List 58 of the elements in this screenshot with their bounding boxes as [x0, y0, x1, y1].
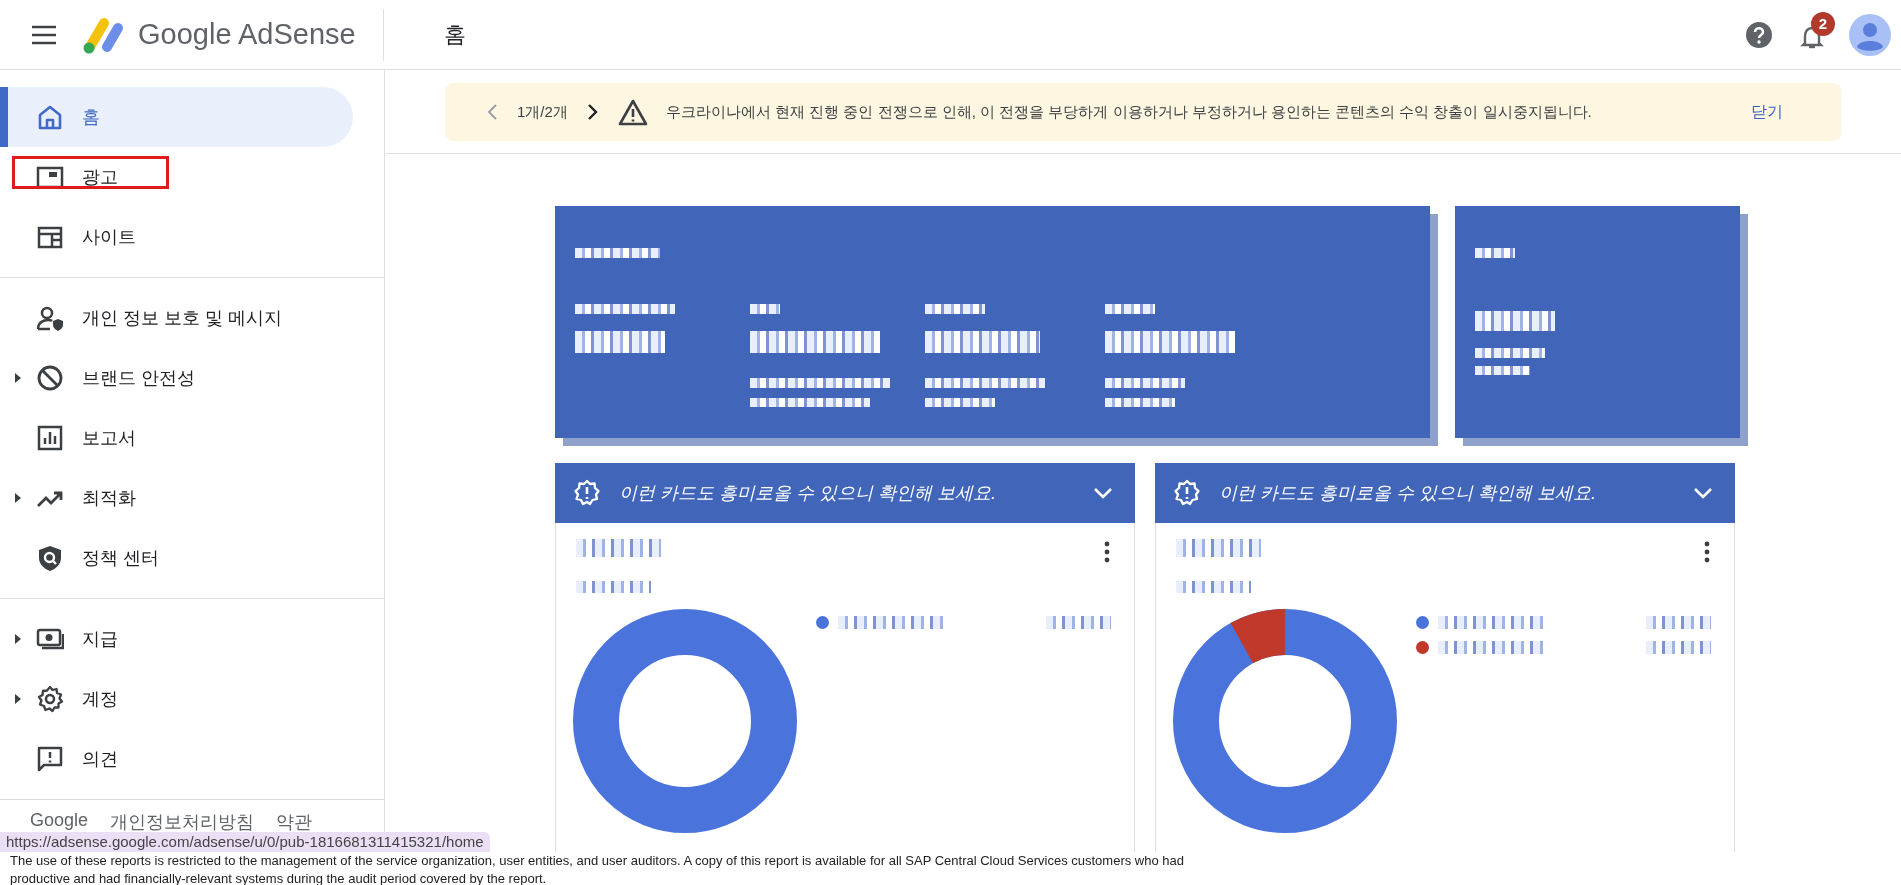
- sidebar-item[interactable]: 보고서: [0, 408, 353, 468]
- redacted-text: [1475, 348, 1545, 358]
- overlay-text: productive and had financially-relevant systems during the audit period covered by the report.: [10, 870, 548, 885]
- sidebar-item[interactable]: 브랜드 안전성: [0, 348, 353, 408]
- shield-search-icon: [36, 544, 64, 572]
- redacted-text: [1046, 616, 1111, 629]
- avatar-icon[interactable]: [1849, 13, 1891, 56]
- chevron-down-icon[interactable]: [1693, 487, 1713, 499]
- block-icon: [36, 364, 64, 392]
- footer-link[interactable]: 약관: [276, 810, 313, 834]
- person-shield-icon: [36, 304, 64, 332]
- chevron-down-icon[interactable]: [1093, 487, 1113, 499]
- app-name: Google AdSense: [138, 18, 356, 51]
- chevron-right-icon[interactable]: [585, 103, 600, 121]
- bar-chart-icon: [36, 424, 64, 452]
- sidebar-item[interactable]: 정책 센터: [0, 528, 353, 588]
- warning-icon: [617, 98, 648, 126]
- redacted-text: [1105, 398, 1175, 407]
- notification-badge: 2: [1811, 11, 1835, 36]
- sidebar-item[interactable]: 개인 정보 보호 및 메시지: [0, 288, 353, 348]
- redacted-text: [1475, 366, 1530, 375]
- sidebar-item[interactable]: 계정: [0, 669, 353, 729]
- more-icon[interactable]: [1704, 541, 1710, 563]
- card-header-text: 이런 카드도 흥미로울 수 있으니 확인해 보세요.: [619, 482, 996, 505]
- close-button[interactable]: 닫기: [1745, 100, 1789, 124]
- redacted-text: [1105, 304, 1155, 314]
- alert-badge-icon: [1173, 479, 1201, 507]
- sidebar-item[interactable]: 광고: [0, 147, 353, 207]
- sidebar-item[interactable]: 사이트: [0, 207, 353, 267]
- redacted-text: [750, 304, 780, 314]
- redacted-text: [925, 304, 985, 314]
- overlay-text: The use of these reports is restricted to the management of the service organization, user entities, and user auditors. A copy of this report is available for all SAP Central Cloud Services customers who had: [10, 852, 1185, 870]
- help-icon[interactable]: [1745, 20, 1773, 49]
- settings-icon: [36, 685, 64, 713]
- footer-link[interactable]: Google: [30, 810, 89, 834]
- pager-text: 1개/2개: [517, 102, 568, 122]
- expand-caret-icon[interactable]: [14, 373, 22, 383]
- page-title: 홈: [443, 20, 466, 49]
- sidebar-item[interactable]: 의견: [0, 729, 353, 789]
- more-icon[interactable]: [1104, 541, 1110, 563]
- sidebar-item[interactable]: 지급: [0, 609, 353, 669]
- expand-caret-icon[interactable]: [14, 493, 22, 503]
- footer-link[interactable]: 개인정보처리방침: [110, 810, 255, 834]
- expand-caret-icon[interactable]: [14, 634, 22, 644]
- home-icon: [36, 103, 64, 131]
- redacted-text: [1475, 248, 1515, 258]
- status-url: https://adsense.google.com/adsense/u/0/pub-1816681311415321/home: [0, 832, 490, 852]
- menu-icon[interactable]: [30, 24, 58, 45]
- expand-caret-icon[interactable]: [14, 694, 22, 704]
- feedback-icon: [36, 745, 64, 773]
- card-header-text: 이런 카드도 흥미로울 수 있으니 확인해 보세요.: [1219, 482, 1596, 505]
- sidebar-item[interactable]: 홈: [0, 87, 353, 147]
- redacted-text: [925, 398, 995, 407]
- alert-badge-icon: [573, 479, 601, 507]
- redacted-text: [1646, 616, 1711, 629]
- banner-message: 우크라이나에서 현재 진행 중인 전쟁으로 인해, 이 전쟁을 부당하게 이용하거나 부정하거나 용인하는 콘텐츠의 수익 창출이 일시중지됩니다.: [665, 102, 1592, 122]
- sidebar-item[interactable]: 최적화: [0, 468, 353, 528]
- redacted-text: [1646, 641, 1711, 654]
